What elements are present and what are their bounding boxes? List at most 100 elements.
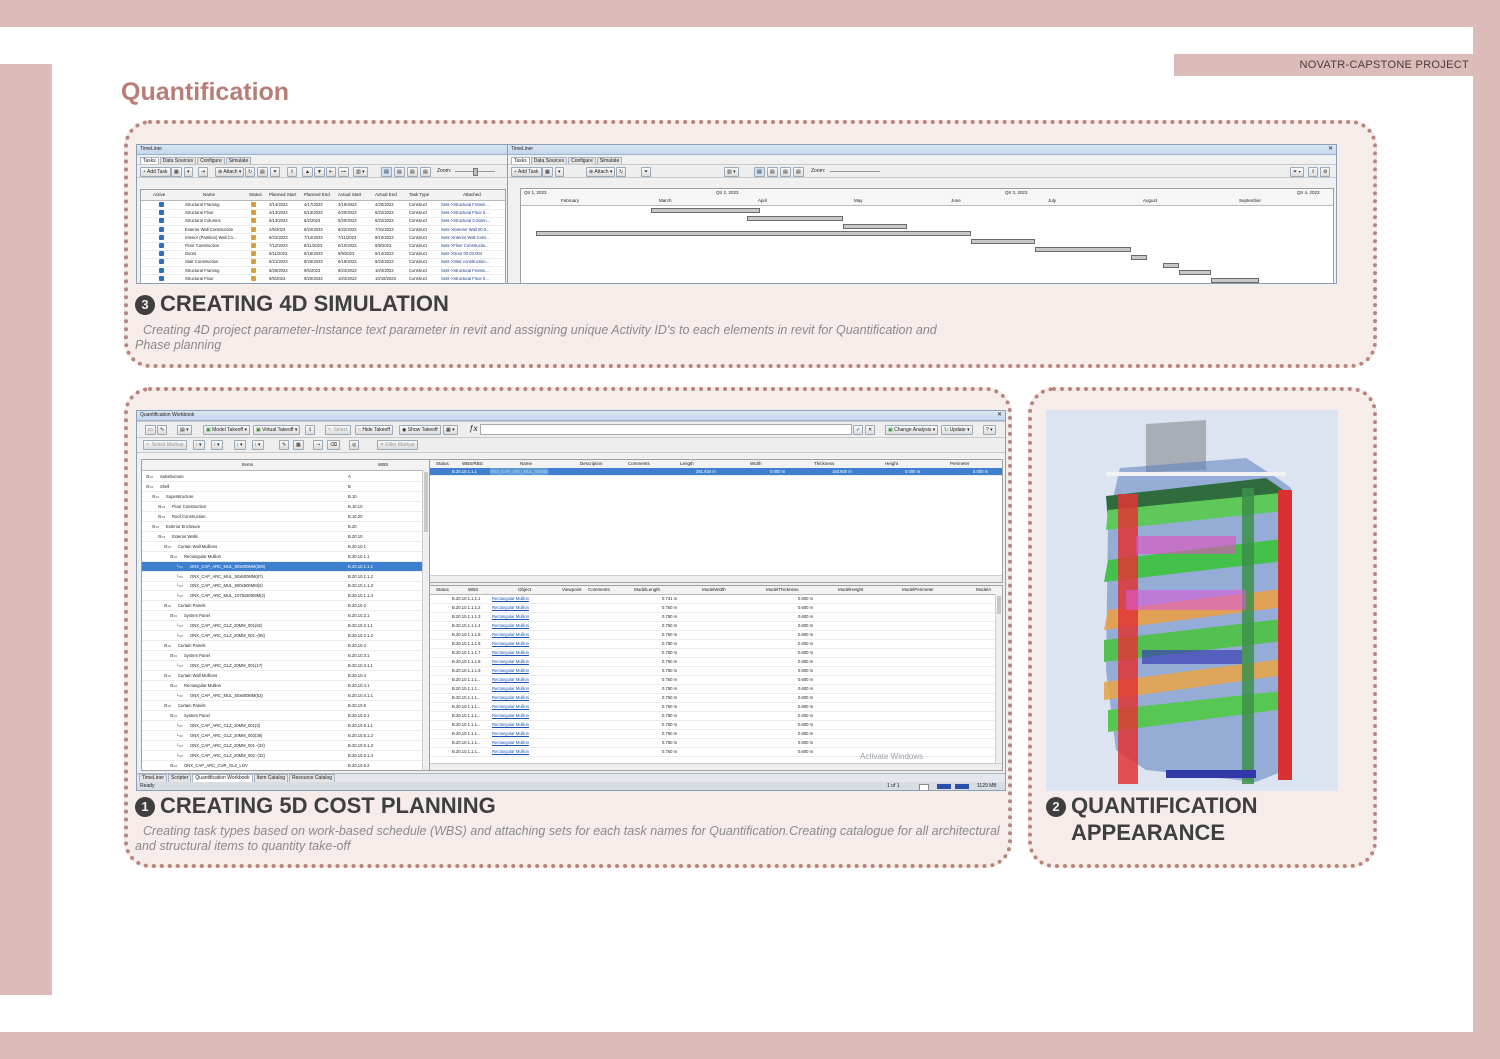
tree-node-icon[interactable]: └▭ bbox=[176, 591, 183, 600]
accept-formula-button[interactable]: ✓ bbox=[853, 425, 864, 435]
detail-row[interactable]: B.20.10.1.1.1.9 Rectangular Mullion 0.750 … bbox=[430, 667, 1002, 676]
hide-takeoff-button[interactable]: ◌ Hide Takeoff bbox=[355, 425, 393, 435]
tree-node-icon[interactable]: ⊟▭ bbox=[170, 611, 177, 620]
tree-item[interactable]: ⊟▭ System Panel B.20.10.5.1 bbox=[142, 711, 429, 721]
filter-button[interactable]: ⏷ bbox=[641, 167, 652, 177]
cell-object-link[interactable]: Rectangular Mullion bbox=[492, 667, 529, 675]
detail-row[interactable]: B.20.10.1.1.1.1 Rectangular Mullion 0.741 … bbox=[430, 595, 1002, 604]
tree-node-icon[interactable]: ⊟▭ bbox=[158, 532, 165, 541]
new-button[interactable]: ▭ bbox=[145, 425, 156, 435]
attach-button[interactable]: ⊕ Attach ▾ bbox=[215, 167, 245, 177]
tree-node-icon[interactable]: ⊟▭ bbox=[170, 552, 177, 561]
dock-tab-quantification-workbook[interactable]: Quantification Workbook bbox=[192, 774, 253, 782]
tree-node-icon[interactable]: └▭ bbox=[176, 731, 183, 740]
gantt-bar[interactable] bbox=[971, 239, 1036, 245]
detail-row[interactable]: B.20.10.1.1.1.7 Rectangular Mullion 0.750 … bbox=[430, 649, 1002, 658]
col-object[interactable]: Object bbox=[518, 586, 531, 594]
col-name[interactable]: Name bbox=[203, 190, 215, 200]
detail-row[interactable]: B.20.10.1.1.1.3 Rectangular Mullion 0.750 … bbox=[430, 613, 1002, 622]
tree-node-icon[interactable]: ⊟▭ bbox=[152, 522, 159, 531]
outdent-button[interactable]: ⇤ bbox=[326, 167, 337, 177]
tree-item[interactable]: ⊟▭ Superstructure B.10 bbox=[142, 492, 429, 502]
cell-object-link[interactable]: Rectangular Mullion bbox=[492, 748, 529, 756]
tree-node-icon[interactable]: ⊟▭ bbox=[170, 681, 177, 690]
filter-button[interactable]: ⏷ bbox=[270, 167, 281, 177]
window-close-icon[interactable]: ✕ bbox=[1328, 145, 1333, 154]
filter-dropdown-button[interactable]: ⏷ ▾ bbox=[1290, 167, 1304, 177]
tree-item[interactable]: ⊟▭ Curtain Panels B.20.10.3 bbox=[142, 641, 429, 652]
tree-node-icon[interactable]: ⊟▭ bbox=[146, 482, 153, 491]
add-task-button[interactable]: + Add Task bbox=[140, 167, 171, 177]
cell-object-link[interactable]: Rectangular Mullion bbox=[492, 676, 529, 684]
col-wbs[interactable]: WBS bbox=[378, 460, 388, 470]
active-checkbox[interactable] bbox=[159, 202, 164, 207]
tree-node-icon[interactable]: ⊟▭ bbox=[170, 761, 177, 770]
col-status[interactable]: Status bbox=[436, 460, 449, 468]
markup-tool-7-button[interactable]: ⇢ bbox=[313, 440, 324, 450]
move-down-button[interactable]: ▼ bbox=[314, 167, 325, 177]
show-takeoff-button[interactable]: ◉ Show Takeoff bbox=[399, 425, 441, 435]
detail-hscrollbar[interactable] bbox=[430, 763, 1002, 770]
tree-node-icon[interactable]: ⊟▭ bbox=[158, 502, 165, 511]
gantt-bar[interactable] bbox=[651, 208, 761, 213]
cell-object-link[interactable]: Rectangular Mullion bbox=[492, 640, 529, 648]
col-wbs-rbs[interactable]: WBS/RBS bbox=[462, 460, 483, 468]
tree-item[interactable]: ⊟▭ Exterior Walls B.20.10 bbox=[142, 532, 429, 542]
tree-item[interactable]: └▭ ONX_CAP_ARC_MUL_50x500MM(87) B.20.10.1.… bbox=[142, 572, 429, 582]
tree-item[interactable]: ⊟▭ Curtain Panels B.20.10.2 bbox=[142, 601, 429, 612]
detail-row[interactable]: B.20.10.1.1.1... Rectangular Mullion 0.750… bbox=[430, 703, 1002, 712]
markup-tool-3-button[interactable]: ⁝ ▾ bbox=[234, 440, 246, 450]
col-thickness[interactable]: Thickness bbox=[814, 460, 834, 468]
cell-object-link[interactable]: Rectangular Mullion bbox=[492, 721, 529, 729]
view-actual-button[interactable]: ▤ bbox=[780, 167, 791, 177]
cell-object-link[interactable]: Rectangular Mullion bbox=[492, 739, 529, 747]
col-model-area[interactable]: ModelA bbox=[976, 586, 991, 594]
col-model-perimeter[interactable]: ModelPerimeter bbox=[902, 586, 934, 594]
col-planned-start[interactable]: Planned Start bbox=[269, 190, 296, 200]
tree-item[interactable]: ⊟▭ Roof Construction B.10.20 bbox=[142, 512, 429, 522]
markup-tool-5-button[interactable]: ✎ bbox=[279, 440, 290, 450]
col-name[interactable]: Name bbox=[520, 460, 532, 468]
view-actual-button[interactable]: ▤ bbox=[407, 167, 418, 177]
formula-input[interactable] bbox=[480, 424, 852, 435]
gantt-bar[interactable] bbox=[1131, 254, 1148, 260]
model-takeoff-button[interactable]: ▣ Model Takeoff ▾ bbox=[203, 425, 250, 435]
col-status[interactable]: Status bbox=[436, 586, 449, 594]
col-attached[interactable]: Attached bbox=[463, 190, 481, 200]
active-checkbox[interactable] bbox=[159, 267, 164, 273]
active-checkbox[interactable] bbox=[159, 275, 164, 281]
tree-item[interactable]: └▭ ONX_CAP_ARC_GLZ_20MM_001(17) B.20.10.3.… bbox=[142, 661, 429, 672]
view-both-button[interactable]: ▤ bbox=[793, 167, 804, 177]
tree-item[interactable]: └▭ ONX_CAP_ARC_GLZ_20MM_002(38) B.20.10.5.… bbox=[142, 731, 429, 741]
active-checkbox[interactable] bbox=[159, 218, 164, 224]
tree-scrollbar-thumb[interactable] bbox=[424, 472, 428, 532]
active-checkbox[interactable] bbox=[159, 243, 164, 248]
cell-object-link[interactable]: Rectangular Mullion bbox=[492, 703, 529, 711]
change-analysis-button[interactable]: ▣ Change Analysis ▾ bbox=[885, 425, 939, 435]
col-model-length[interactable]: ModelLength bbox=[634, 586, 660, 594]
tree-item[interactable]: └▭ ONX_CAP_ARC_MUL_600x500MM(2) B.20.10.1.… bbox=[142, 581, 429, 592]
col-actual-start[interactable]: Actual Start bbox=[338, 190, 361, 200]
tree-node-icon[interactable]: └▭ bbox=[176, 562, 183, 571]
tree-item[interactable]: ⊟▭ Curtain Wall Mullions B.20.10.4 bbox=[142, 671, 429, 681]
tree-node-icon[interactable]: ⊟▭ bbox=[146, 472, 153, 481]
rules-button[interactable]: ▤ bbox=[257, 167, 268, 177]
summary-hscrollbar[interactable] bbox=[430, 575, 1002, 582]
tree-item[interactable]: ⊟▭ Substructure A bbox=[142, 472, 429, 482]
cell-object-link[interactable]: Rectangular Mullion bbox=[492, 658, 529, 666]
tree-item[interactable]: └▭ ONX_CAP_ARC_GLZ_20MM_001 -(95) B.20.10.… bbox=[142, 631, 429, 642]
tree-item[interactable]: ⊟▭ Exterior Enclosure B.20 bbox=[142, 522, 429, 532]
col-viewpoint[interactable]: Viewpoint bbox=[562, 586, 581, 594]
attach-button[interactable]: ⊕ Attach ▾ bbox=[586, 167, 616, 177]
move-up-button[interactable]: ▲ bbox=[302, 167, 313, 177]
tree-item[interactable]: ⊟▭ Floor Construction B.10.10 bbox=[142, 502, 429, 512]
settings-dropdown-button[interactable]: ⚙ bbox=[1320, 167, 1331, 177]
tree-node-icon[interactable]: └▭ bbox=[176, 661, 183, 670]
col-actual-end[interactable]: Actual End bbox=[375, 190, 397, 200]
detail-row[interactable]: B.20.10.1.1.1.6 Rectangular Mullion 0.750 … bbox=[430, 640, 1002, 649]
dock-tab-scripter[interactable]: Scripter bbox=[168, 774, 192, 782]
tree-item[interactable]: ⊟▭ System Panel B.20.10.2.1 bbox=[142, 611, 429, 622]
tools-button[interactable]: ✎ bbox=[157, 425, 168, 435]
tree-item[interactable]: └▭ ONX_CAP_ARC_MUL_50x800MM(306) B.20.10.1… bbox=[142, 561, 429, 572]
auto-add-button[interactable]: ▦ bbox=[171, 167, 182, 177]
